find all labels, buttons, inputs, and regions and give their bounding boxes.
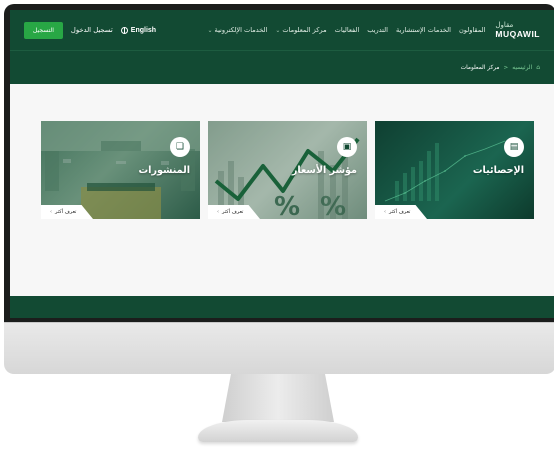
nav-label: الخدمات الإستشارية	[396, 26, 451, 34]
breadcrumb-separator: <	[503, 64, 509, 71]
learn-more-label: تعرف أكثر	[222, 209, 244, 215]
login-link[interactable]: تسجيل الدخول	[71, 26, 113, 34]
monitor-chin	[4, 322, 554, 374]
breadcrumb-home[interactable]: الرئيسيه	[512, 65, 532, 71]
breadcrumb: ⌂ الرئيسيه < مركز المعلومات	[10, 50, 554, 84]
card-title: المنشورات	[138, 165, 190, 176]
chevron-right-icon: ›	[384, 209, 386, 215]
document-chart-icon: ▤	[504, 137, 524, 157]
card-title: مؤشر الأسعار	[291, 165, 357, 176]
globe-icon	[120, 26, 128, 34]
breadcrumb-current: مركز المعلومات	[460, 64, 500, 71]
monitor-mockup: مقاول MUQAWIL المقاولون الخدمات الإستشار…	[0, 0, 554, 449]
learn-more-label: تعرف أكثر	[389, 209, 411, 215]
price-tag-icon: ▣	[337, 137, 357, 157]
nav-label: مركز المعلومات	[282, 26, 327, 34]
monitor-stand-base	[198, 420, 358, 442]
nav-item-events[interactable]: الفعاليات	[335, 26, 360, 34]
card-title: الإحصائيات	[472, 165, 524, 176]
language-switch[interactable]: English	[120, 26, 157, 34]
chevron-down-icon: ⌄	[275, 26, 281, 34]
nav-item-contractors[interactable]: المقاولون	[459, 26, 485, 34]
logo-arabic-text: مقاول	[495, 21, 514, 29]
card-statistics[interactable]: ▤ الإحصائيات تعرف أكثر ›	[375, 121, 534, 219]
nav-item-training[interactable]: التدريب	[367, 26, 388, 34]
screen: مقاول MUQAWIL المقاولون الخدمات الإستشار…	[10, 10, 554, 318]
nav-label: الخدمات الإلكترونية	[214, 26, 268, 34]
main-nav: المقاولون الخدمات الإستشارية التدريب الف…	[156, 26, 486, 34]
muqawil-logo[interactable]: مقاول MUQAWIL	[495, 21, 540, 39]
monitor-stand-neck	[222, 374, 334, 422]
nav-label: المقاولون	[458, 26, 486, 34]
nav-item-e-services[interactable]: الخدمات الإلكترونية ⌄	[208, 26, 268, 34]
header-actions: English تسجيل الدخول التسجيل	[24, 21, 157, 39]
nav-item-consulting[interactable]: الخدمات الإستشارية	[396, 26, 451, 34]
home-icon: ⌂	[536, 64, 540, 71]
card-publications[interactable]: ❏ المنشورات تعرف أكثر ›	[41, 121, 200, 219]
chevron-down-icon: ⌄	[207, 26, 213, 34]
card-grid: ▤ الإحصائيات تعرف أكثر › % % ▣ مؤشر الأس…	[40, 121, 534, 219]
publication-icon: ❏	[170, 137, 190, 157]
chevron-right-icon: ›	[217, 209, 219, 215]
site-footer	[10, 296, 554, 318]
language-label: English	[130, 26, 157, 34]
main-content: ▤ الإحصائيات تعرف أكثر › % % ▣ مؤشر الأس…	[10, 84, 554, 296]
learn-more-label: تعرف أكثر	[55, 209, 77, 215]
site-header: مقاول MUQAWIL المقاولون الخدمات الإستشار…	[10, 10, 554, 50]
register-button[interactable]: التسجيل	[24, 21, 63, 39]
nav-label: الفعاليات	[334, 26, 360, 34]
logo-english-text: MUQAWIL	[495, 29, 540, 39]
card-price-index[interactable]: % % ▣ مؤشر الأسعار تعرف أكثر ›	[208, 121, 367, 219]
chevron-right-icon: ›	[50, 209, 52, 215]
nav-label: التدريب	[367, 26, 388, 34]
nav-item-info-center[interactable]: مركز المعلومات ⌄	[275, 26, 326, 34]
